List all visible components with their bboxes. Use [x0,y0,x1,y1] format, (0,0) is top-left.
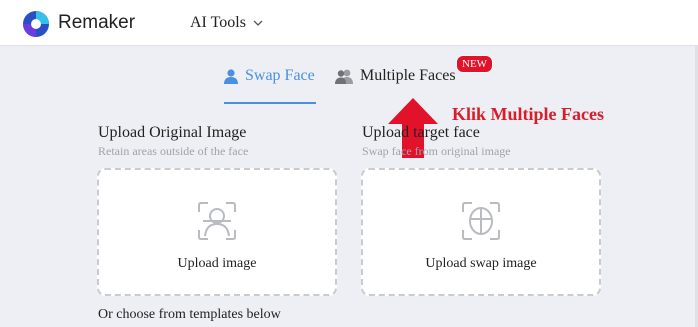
upload-original-title: Upload Original Image [98,124,247,141]
upload-image-button[interactable]: Upload image [99,256,335,272]
users-icon [335,69,353,84]
ai-tools-menu[interactable]: AI Tools [190,14,264,32]
active-tab-indicator [224,102,316,104]
upload-target-title: Upload target face [362,124,480,141]
brand-name[interactable]: Remaker [58,12,135,34]
tab-swap-face-label: Swap Face [245,67,315,84]
user-icon [224,69,238,84]
top-bar: Remaker AI Tools [0,0,698,46]
face-swap-icon [462,202,500,240]
new-badge: NEW [456,55,494,73]
mode-tabs: Swap Face Multiple Faces [0,47,698,105]
remaker-logo-icon[interactable] [21,9,51,39]
upload-swap-image-button[interactable]: Upload swap image [363,256,599,272]
upload-target-subtitle: Swap face from original image [362,144,511,158]
face-scan-icon [198,202,236,240]
chevron-down-icon [253,20,263,26]
upload-target-dropzone[interactable]: Upload swap image [361,168,601,296]
ai-tools-label: AI Tools [190,14,246,31]
templates-note: Or choose from templates below [98,307,281,322]
tab-multiple-faces-label: Multiple Faces [360,67,456,84]
annotation-text: Klik Multiple Faces [452,104,604,124]
upload-original-subtitle: Retain areas outside of the face [98,144,249,158]
tab-swap-face[interactable]: Swap Face [223,67,315,85]
upload-original-dropzone[interactable]: Upload image [97,168,337,296]
tab-multiple-faces[interactable]: Multiple Faces [334,67,456,85]
